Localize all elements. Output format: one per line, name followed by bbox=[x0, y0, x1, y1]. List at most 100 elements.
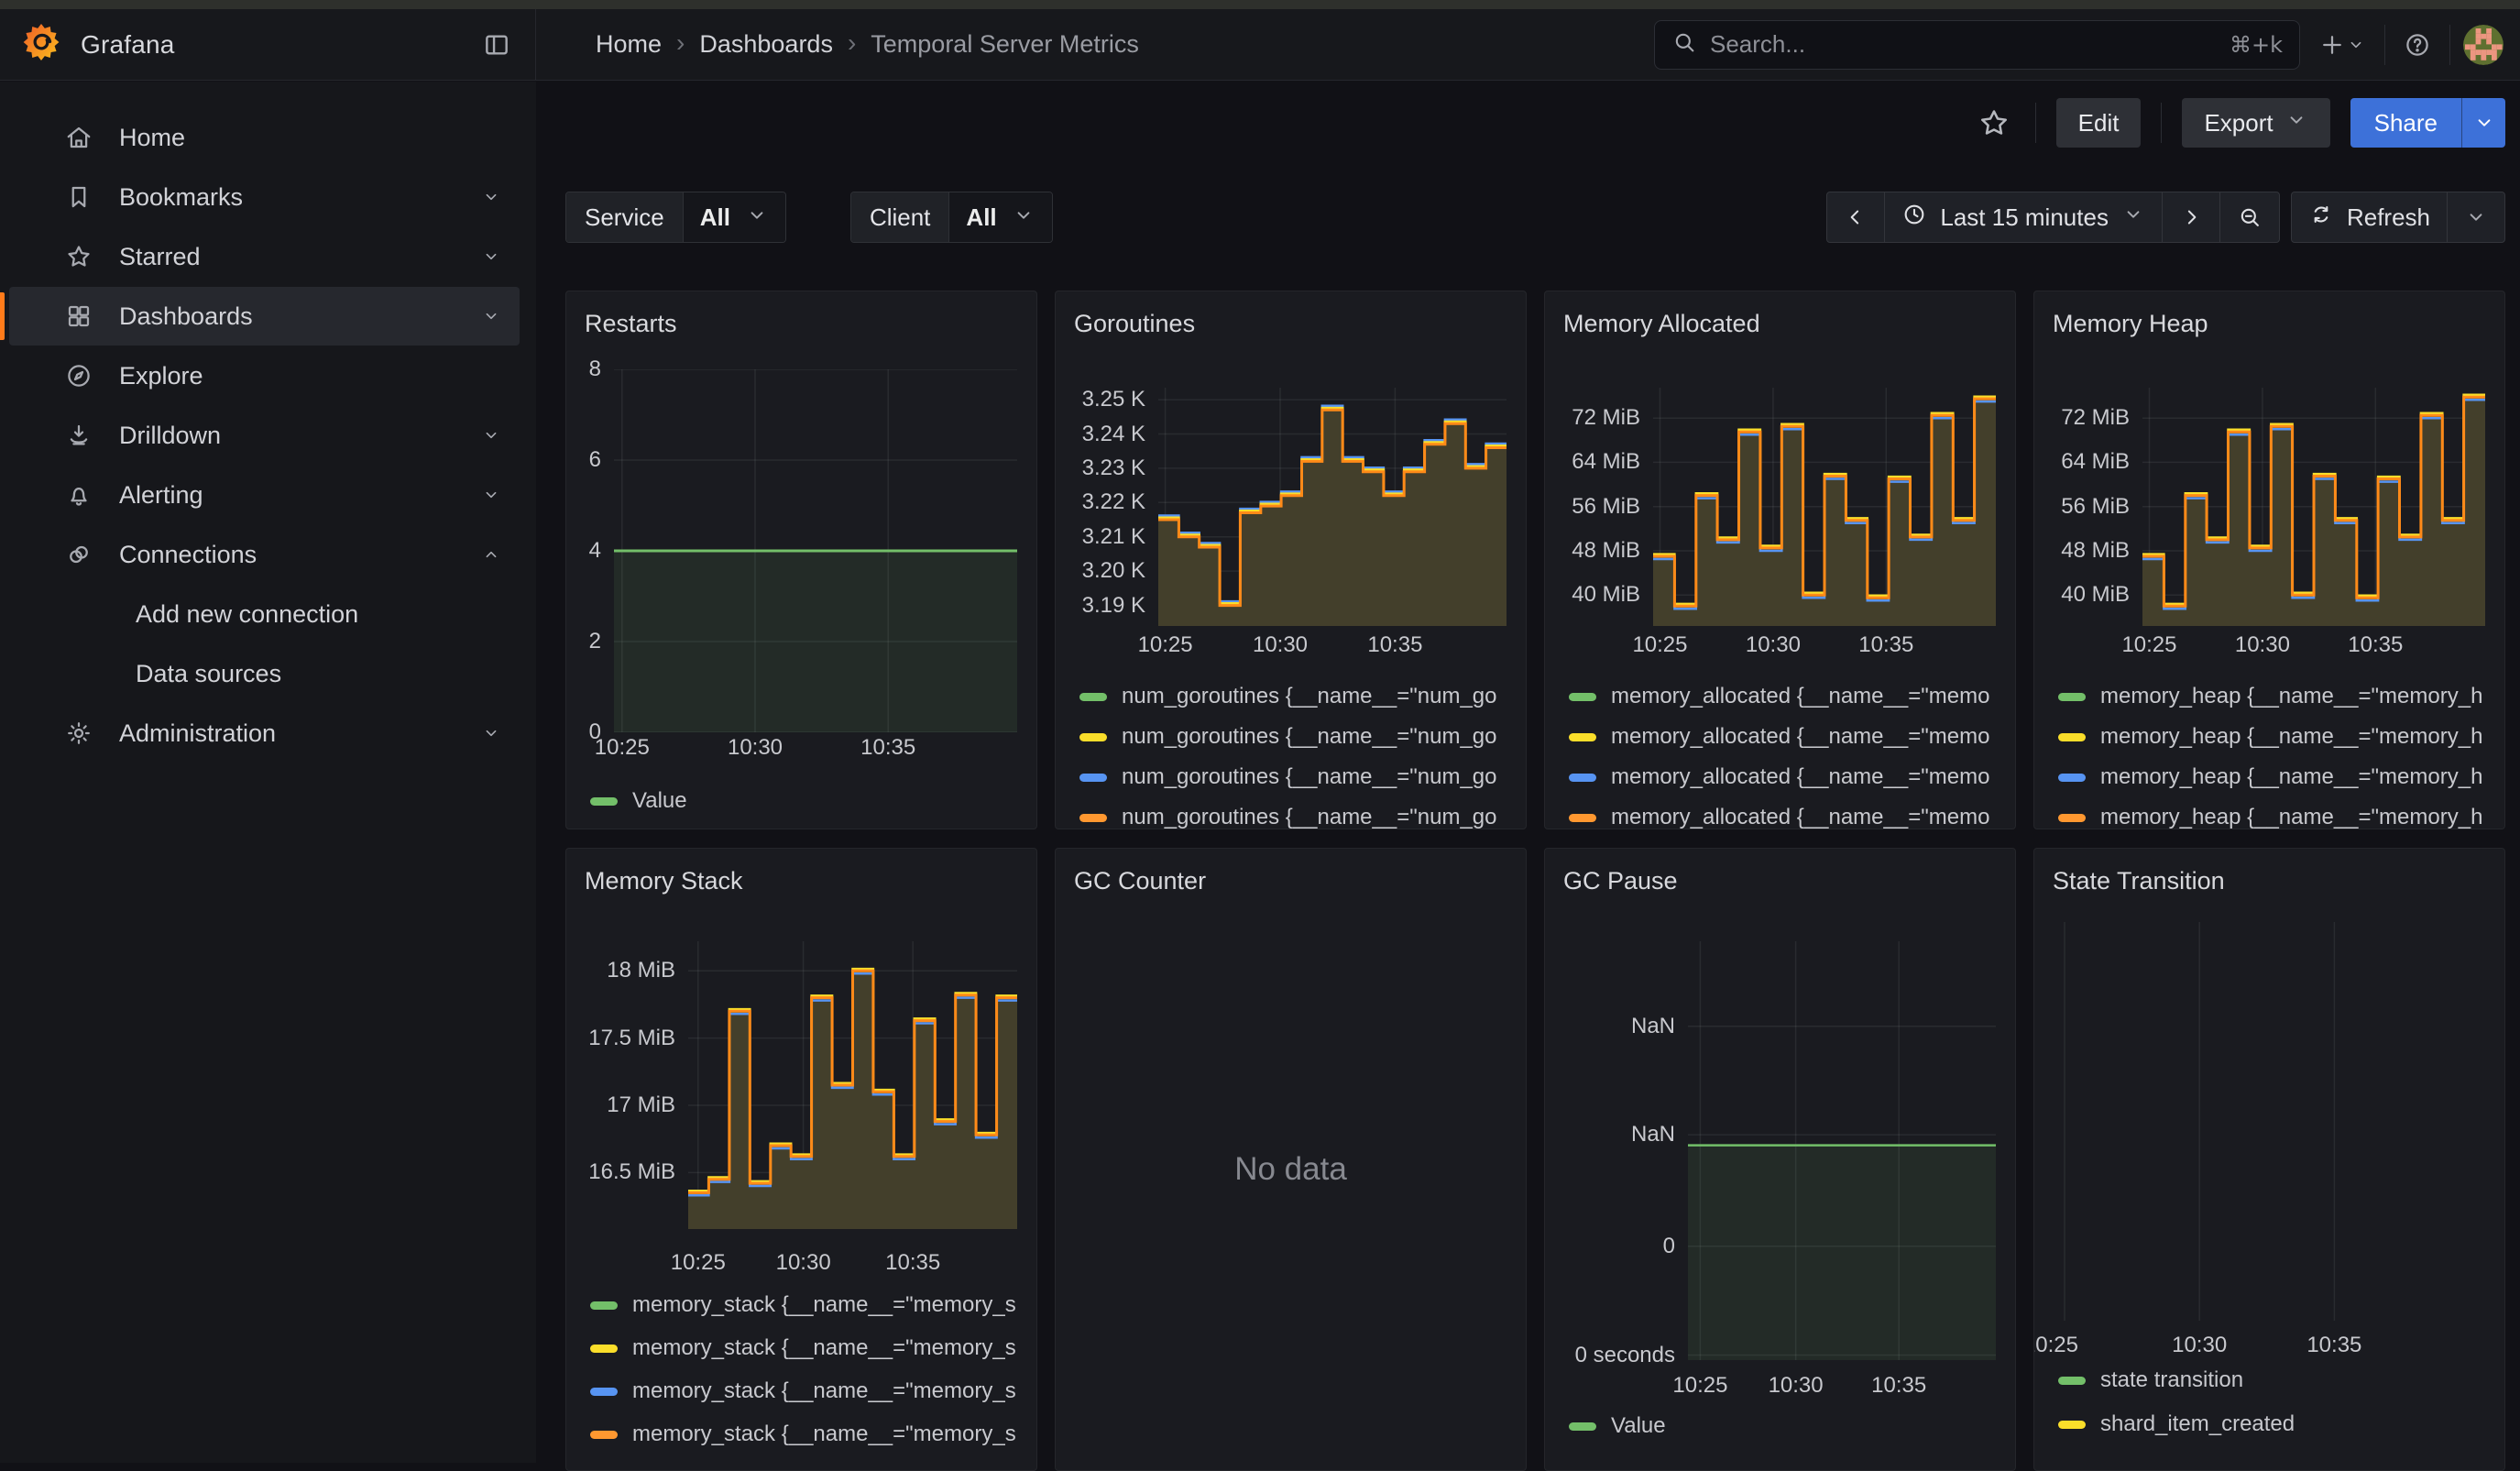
legend-label[interactable]: memory_stack {__name__="memory_s bbox=[632, 1335, 1016, 1361]
chevron-down-icon bbox=[2121, 203, 2145, 233]
chevron-down-icon[interactable] bbox=[481, 247, 501, 267]
share-menu-button[interactable] bbox=[2461, 98, 2505, 148]
sidebar-item-add-new-connection[interactable]: Add new connection bbox=[9, 585, 520, 643]
panel-title[interactable]: Memory Stack bbox=[585, 867, 743, 895]
dock-sidebar-button[interactable] bbox=[477, 25, 517, 65]
refresh-button[interactable]: Refresh bbox=[2291, 192, 2448, 243]
sidebar-item-home[interactable]: Home bbox=[9, 108, 520, 167]
zoom-out-button[interactable] bbox=[2219, 192, 2280, 243]
legend-label[interactable]: state transition bbox=[2100, 1367, 2243, 1393]
search-input[interactable]: Search... ⌘+k bbox=[1654, 20, 2300, 70]
legend-label[interactable]: Value bbox=[632, 788, 687, 814]
legend-label[interactable]: num_goroutines {__name__="num_go bbox=[1122, 684, 1497, 709]
chevron-down-icon[interactable] bbox=[481, 306, 501, 326]
legend-label[interactable]: memory_allocated {__name__="memo bbox=[1611, 684, 1989, 709]
add-button[interactable] bbox=[2313, 26, 2372, 64]
avatar[interactable] bbox=[2463, 25, 2504, 65]
sidebar-item-bookmarks[interactable]: Bookmarks bbox=[9, 168, 520, 226]
panel-title[interactable]: Restarts bbox=[585, 310, 677, 338]
panel-title[interactable]: Goroutines bbox=[1074, 310, 1195, 338]
panel-title[interactable]: GC Pause bbox=[1563, 867, 1678, 895]
help-button[interactable] bbox=[2398, 26, 2437, 64]
legend-label[interactable]: memory_stack {__name__="memory_s bbox=[632, 1292, 1016, 1318]
legend-label[interactable]: Value bbox=[1611, 1413, 1666, 1439]
legend-item[interactable]: memory_allocated {__name__="memo bbox=[1569, 805, 2011, 829]
chevron-down-icon[interactable] bbox=[481, 723, 501, 743]
service-variable[interactable]: Service All bbox=[565, 192, 786, 243]
time-back-button[interactable] bbox=[1826, 192, 1885, 243]
sidebar-item-dashboards[interactable]: Dashboards bbox=[9, 287, 520, 346]
legend-color-dash bbox=[590, 1431, 618, 1439]
chevron-down-icon[interactable] bbox=[481, 425, 501, 445]
legend-item[interactable]: shard_item_created bbox=[2058, 1411, 2501, 1437]
legend-item[interactable]: memory_heap {__name__="memory_h bbox=[2058, 805, 2501, 829]
legend-item[interactable]: num_goroutines {__name__="num_go bbox=[1079, 684, 1522, 709]
legend-label[interactable]: memory_heap {__name__="memory_h bbox=[2100, 805, 2482, 829]
sidebar-item-alerting[interactable]: Alerting bbox=[9, 466, 520, 524]
legend-label[interactable]: shard_item_created bbox=[2100, 1411, 2295, 1437]
panel-title[interactable]: GC Counter bbox=[1074, 867, 1206, 895]
legend-item[interactable]: memory_heap {__name__="memory_h bbox=[2058, 724, 2501, 750]
legend-item[interactable]: memory_stack {__name__="memory_s bbox=[590, 1378, 1033, 1404]
time-range-button[interactable]: Last 15 minutes bbox=[1884, 192, 2163, 243]
client-variable[interactable]: Client All bbox=[850, 192, 1053, 243]
legend-item[interactable]: state transition bbox=[2058, 1367, 2501, 1393]
legend-color-dash bbox=[1079, 814, 1107, 822]
chevron-down-icon[interactable] bbox=[481, 187, 501, 207]
legend-label[interactable]: memory_heap {__name__="memory_h bbox=[2100, 764, 2482, 790]
export-button[interactable]: Export bbox=[2182, 98, 2329, 148]
legend-label[interactable]: memory_allocated {__name__="memo bbox=[1611, 764, 1989, 790]
legend-label[interactable]: memory_stack {__name__="memory_s bbox=[632, 1422, 1016, 1447]
legend-item[interactable]: memory_allocated {__name__="memo bbox=[1569, 724, 2011, 750]
legend-label[interactable]: memory_allocated {__name__="memo bbox=[1611, 805, 1989, 829]
refresh-interval-button[interactable] bbox=[2447, 192, 2505, 243]
panel-title[interactable]: Memory Heap bbox=[2053, 310, 2208, 338]
edit-button[interactable]: Edit bbox=[2056, 98, 2142, 148]
legend-label[interactable]: num_goroutines {__name__="num_go bbox=[1122, 805, 1497, 829]
breadcrumb-item[interactable]: Home bbox=[596, 30, 662, 59]
legend-color-dash bbox=[1569, 733, 1596, 741]
legend-label[interactable]: memory_allocated {__name__="memo bbox=[1611, 724, 1989, 750]
legend-item[interactable]: memory_stack {__name__="memory_s bbox=[590, 1292, 1033, 1318]
service-value: All bbox=[700, 203, 730, 232]
sidebar-item-drilldown[interactable]: Drilldown bbox=[9, 406, 520, 465]
legend-item[interactable]: memory_heap {__name__="memory_h bbox=[2058, 764, 2501, 790]
legend-item[interactable]: memory_allocated {__name__="memo bbox=[1569, 684, 2011, 709]
legend-item[interactable]: num_goroutines {__name__="num_go bbox=[1079, 764, 1522, 790]
time-forward-button[interactable] bbox=[2162, 192, 2220, 243]
chevron-down-icon[interactable] bbox=[481, 485, 501, 505]
sidebar-item-administration[interactable]: Administration bbox=[9, 704, 520, 763]
chevron-up-icon[interactable] bbox=[481, 544, 501, 565]
star-dashboard-button[interactable] bbox=[1973, 102, 2015, 144]
divider bbox=[2161, 103, 2162, 143]
legend-label[interactable]: num_goroutines {__name__="num_go bbox=[1122, 724, 1497, 750]
sidebar-item-connections[interactable]: Connections bbox=[9, 525, 520, 584]
legend-label[interactable]: memory_stack {__name__="memory_s bbox=[632, 1378, 1016, 1404]
chart-plot-area[interactable] bbox=[1688, 941, 1996, 1360]
legend-item[interactable]: memory_allocated {__name__="memo bbox=[1569, 764, 2011, 790]
legend-item[interactable]: memory_stack {__name__="memory_s bbox=[590, 1335, 1033, 1361]
legend-label[interactable]: memory_heap {__name__="memory_h bbox=[2100, 724, 2482, 750]
chart-plot-area[interactable] bbox=[614, 369, 1017, 732]
legend-item[interactable]: num_goroutines {__name__="num_go bbox=[1079, 724, 1522, 750]
breadcrumb-item[interactable]: Dashboards bbox=[699, 30, 833, 59]
legend-label[interactable]: num_goroutines {__name__="num_go bbox=[1122, 764, 1497, 790]
legend-item[interactable]: memory_stack {__name__="memory_s bbox=[590, 1422, 1033, 1447]
panel-title[interactable]: Memory Allocated bbox=[1563, 310, 1760, 338]
legend-item[interactable]: num_goroutines {__name__="num_go bbox=[1079, 805, 1522, 829]
chart-plot-area[interactable] bbox=[2042, 922, 2499, 1321]
sidebar-item-explore[interactable]: Explore bbox=[9, 346, 520, 405]
legend-item[interactable]: Value bbox=[590, 788, 1033, 814]
legend-item[interactable]: memory_heap {__name__="memory_h bbox=[2058, 684, 2501, 709]
sidebar-item-starred[interactable]: Starred bbox=[9, 227, 520, 286]
legend-item[interactable]: Value bbox=[1569, 1413, 2011, 1439]
sidebar-item-data-sources[interactable]: Data sources bbox=[9, 644, 520, 703]
chart-plot-area[interactable] bbox=[688, 941, 1017, 1229]
chart-plot-area[interactable] bbox=[1158, 388, 1507, 626]
chart-plot-area[interactable] bbox=[1653, 388, 1996, 626]
panel-state-transition: State Transition10:2510:3010:35state tra… bbox=[2033, 848, 2505, 1471]
share-button[interactable]: Share bbox=[2350, 98, 2461, 148]
chart-plot-area[interactable] bbox=[2142, 388, 2485, 626]
panel-title[interactable]: State Transition bbox=[2053, 867, 2225, 895]
legend-label[interactable]: memory_heap {__name__="memory_h bbox=[2100, 684, 2482, 709]
